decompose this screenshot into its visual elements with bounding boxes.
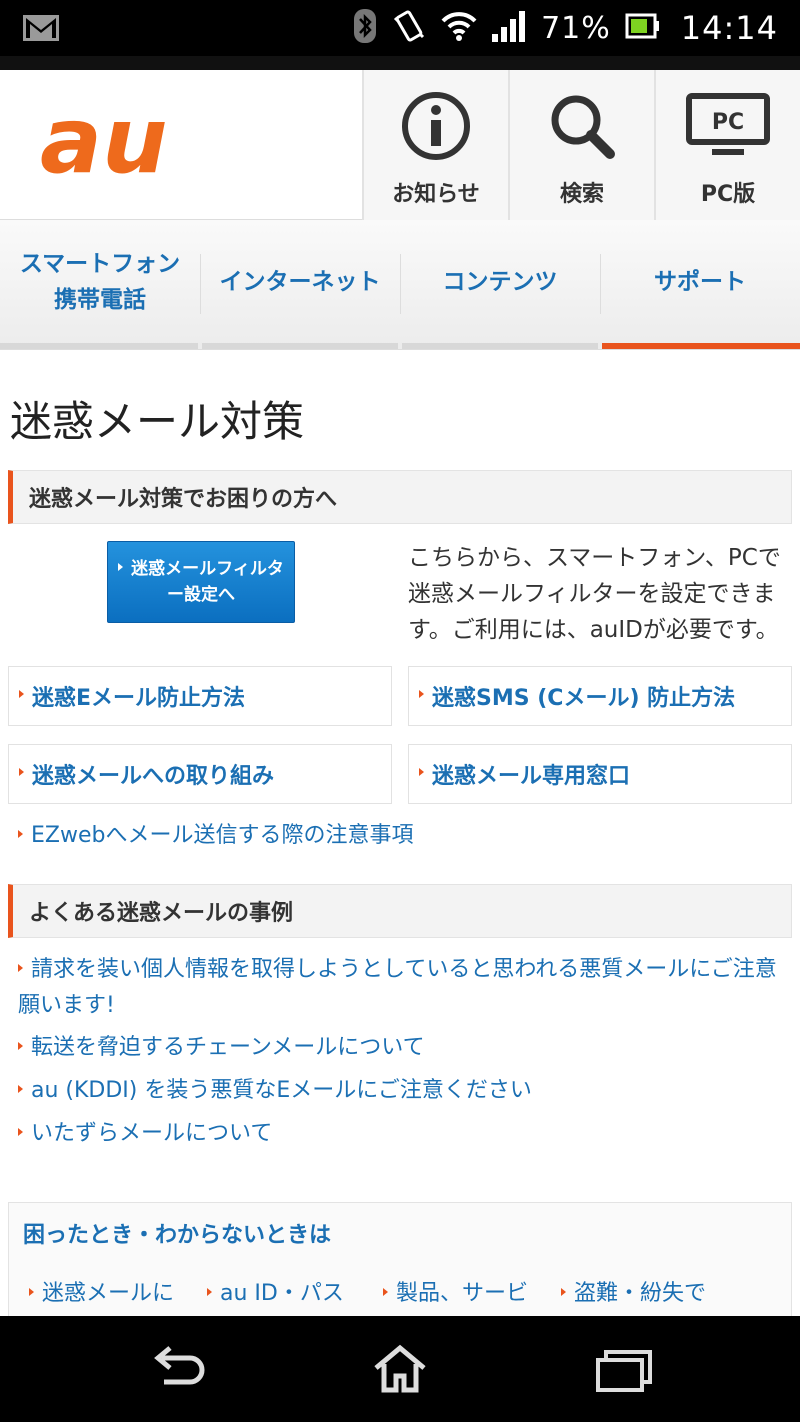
spam-filter-settings-button[interactable]: 迷惑メールフィルター設定へ <box>107 541 295 623</box>
spam-initiatives-link[interactable]: 迷惑メールへの取り組み <box>8 744 392 804</box>
nav-support[interactable]: サポート <box>600 220 800 344</box>
nav-smartphone-line2: 携帯電話 <box>54 287 146 313</box>
nav-internet[interactable]: インターネット <box>200 220 400 344</box>
info-icon <box>400 90 472 162</box>
svg-text:PC: PC <box>712 110 744 135</box>
recent-apps-icon[interactable] <box>594 1344 654 1394</box>
section-heading-spam-examples: よくある迷惑メールの事例 <box>8 884 792 938</box>
spam-sms-prevention-link[interactable]: 迷惑SMS (Cメール) 防止方法 <box>408 666 792 726</box>
global-nav: スマートフォン 携帯電話 インターネット コンテンツ サポート <box>0 220 800 350</box>
kddi-impersonation-link[interactable]: au (KDDI) を装う悪質なEメールにご注意ください <box>18 1073 532 1109</box>
spam-filter-button-label: 迷惑メールフィルター設定へ <box>131 559 284 605</box>
pc-monitor-icon: PC <box>686 90 770 162</box>
help-box: 困ったとき・わからないときは 迷惑メールに au ID・パス 製品、サービ 盗難… <box>8 1202 792 1322</box>
au-logo-text: au <box>40 102 168 187</box>
home-icon[interactable] <box>370 1344 430 1394</box>
clock: 14:14 <box>680 9 778 47</box>
bluetooth-icon <box>353 8 377 48</box>
search-icon <box>546 90 618 162</box>
status-gap <box>0 56 800 70</box>
page-title: 迷惑メール対策 <box>10 397 305 446</box>
gmail-icon <box>22 14 60 42</box>
nav-underline <box>402 343 598 349</box>
help-link-auid[interactable]: au ID・パス <box>207 1275 344 1307</box>
spam-email-prevention-link[interactable]: 迷惑Eメール防止方法 <box>8 666 392 726</box>
spam-contact-window-link[interactable]: 迷惑メール専用窓口 <box>408 744 792 804</box>
nav-contents[interactable]: コンテンツ <box>400 220 600 344</box>
nav-active-underline <box>602 343 800 349</box>
battery-icon <box>625 13 661 43</box>
help-link-lost[interactable]: 盗難・紛失で <box>561 1275 706 1307</box>
ezweb-notice-link[interactable]: EZwebへメール送信する際の注意事項 <box>18 818 413 854</box>
nav-underline <box>0 343 198 349</box>
au-logo[interactable]: au <box>40 87 230 194</box>
wifi-icon <box>441 11 477 45</box>
nav-smartphone[interactable]: スマートフォン 携帯電話 <box>0 220 200 344</box>
nav-smartphone-line1: スマートフォン <box>19 251 181 277</box>
spam-filter-description: こちらから、スマートフォン、PCで迷惑メールフィルターを設定できます。ご利用には… <box>408 545 781 643</box>
chain-mail-link[interactable]: 転送を脅迫するチェーンメールについて <box>18 1030 425 1066</box>
status-bar: 71% 14:14 <box>0 0 800 56</box>
battery-percent: 71% <box>541 10 611 46</box>
signal-icon <box>491 10 527 46</box>
android-nav-bar <box>0 1316 800 1422</box>
news-label: お知らせ <box>392 182 480 207</box>
help-box-title: 困ったとき・わからないときは <box>23 1223 332 1248</box>
search-label: 検索 <box>559 182 604 207</box>
help-link-spam[interactable]: 迷惑メールに <box>29 1275 174 1307</box>
pc-version-label: PC版 <box>700 182 756 207</box>
vibrate-icon <box>391 8 427 48</box>
search-button[interactable]: 検索 <box>508 70 654 220</box>
section-heading-spam-help: 迷惑メール対策でお困りの方へ <box>8 470 792 524</box>
news-button[interactable]: お知らせ <box>362 70 508 220</box>
prank-mail-link[interactable]: いたずらメールについて <box>18 1116 272 1152</box>
help-link-products[interactable]: 製品、サービ <box>383 1275 528 1307</box>
site-header: au お知らせ 検索 PC PC版 <box>0 70 800 220</box>
pc-version-button[interactable]: PC PC版 <box>654 70 800 220</box>
phishing-warning-link[interactable]: 請求を装い個人情報を取得しようとしていると思われる悪質メールにご注意願います! <box>18 952 788 1024</box>
back-icon[interactable] <box>150 1344 210 1394</box>
nav-underline <box>202 343 398 349</box>
